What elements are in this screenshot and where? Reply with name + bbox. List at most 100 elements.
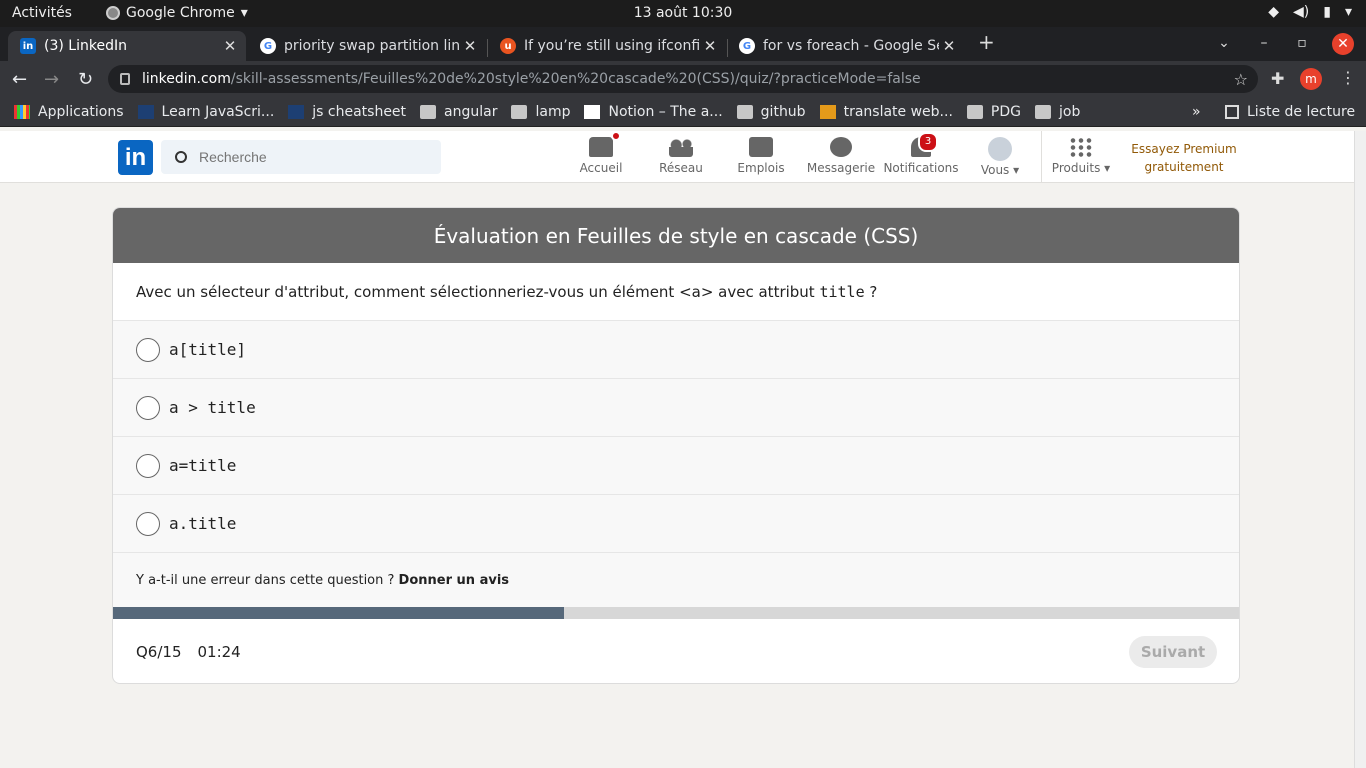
system-tray[interactable]: ◆ ◀) ▮ ▾	[1268, 4, 1352, 20]
bookmark-label: github	[760, 103, 806, 120]
tab-priority-swap[interactable]: G priority swap partition lin ✕	[248, 31, 486, 61]
search-input[interactable]	[199, 149, 419, 165]
radio-button[interactable]	[136, 337, 160, 362]
page-icon	[137, 104, 154, 119]
app-name: Google Chrome	[126, 5, 235, 21]
more-bookmarks-button[interactable]: »	[1192, 104, 1201, 120]
nav-divider	[1041, 131, 1042, 183]
bookmark-notion[interactable]: Notion – The a...	[584, 104, 723, 120]
answer-option-4[interactable]: a.title	[113, 495, 1239, 553]
tab-title: priority swap partition lin	[284, 38, 460, 54]
app-menu[interactable]: Google Chrome ▾	[106, 5, 248, 21]
progress-bar	[113, 607, 1239, 619]
nav-network[interactable]: Réseau	[641, 137, 721, 175]
option-label: a > title	[169, 398, 256, 417]
new-tab-button[interactable]: +	[978, 30, 995, 54]
maximize-button[interactable]: ▫	[1292, 33, 1312, 53]
folder-icon	[1034, 104, 1051, 119]
folder-icon	[966, 104, 983, 119]
answer-option-3[interactable]: a=title	[113, 437, 1239, 495]
nav-notifications[interactable]: 3 Notifications	[881, 132, 961, 175]
option-label: a=title	[169, 456, 237, 475]
tab-ifconfig[interactable]: u If you’re still using ifconfi ✕	[488, 31, 726, 61]
menu-kebab-icon[interactable]: ⋮	[1340, 68, 1356, 87]
nav-home[interactable]: Accueil	[561, 131, 641, 175]
folder-icon	[420, 104, 437, 119]
quiz-card: Évaluation en Feuilles de style en casca…	[112, 207, 1240, 684]
bookmark-folder-job[interactable]: job	[1034, 104, 1080, 120]
nav-products[interactable]: Produits ▾	[1041, 137, 1121, 175]
notification-badge: 3	[918, 132, 938, 152]
apps-grid-icon	[1069, 137, 1093, 157]
clock[interactable]: 13 août 10:30	[634, 5, 733, 21]
radio-button[interactable]	[136, 395, 160, 420]
close-window-button[interactable]: ✕	[1332, 33, 1354, 55]
url-path: /skill-assessments/Feuilles%20de%20style…	[230, 71, 921, 87]
tab-for-vs-foreach[interactable]: G for vs foreach - Google Se ✕	[727, 31, 965, 61]
nav-jobs[interactable]: Emplois	[721, 137, 801, 175]
next-button[interactable]: Suivant	[1129, 636, 1217, 668]
profile-avatar[interactable]: m	[1300, 68, 1322, 90]
tab-search-icon[interactable]: ⌄	[1214, 33, 1234, 53]
translate-icon	[819, 104, 836, 119]
linkedin-logo[interactable]: in	[118, 140, 153, 175]
nav-label: Emplois	[737, 161, 785, 175]
folder-icon	[511, 104, 528, 119]
feedback-link[interactable]: Donner un avis	[399, 573, 509, 588]
forward-button[interactable]: →	[44, 69, 59, 90]
tab-title: for vs foreach - Google Se	[763, 38, 939, 54]
bell-icon: 3	[911, 132, 938, 157]
tab-title: (3) LinkedIn	[44, 38, 127, 54]
apps-grid-icon	[14, 104, 30, 119]
premium-link[interactable]: Essayez Premium gratuitement	[1128, 140, 1240, 176]
close-icon[interactable]: ✕	[460, 37, 480, 55]
close-icon[interactable]: ✕	[700, 37, 720, 55]
question-prefix: Avec un sélecteur d'attribut, comment sé…	[136, 283, 820, 301]
tab-linkedin[interactable]: in (3) LinkedIn ✕	[8, 31, 246, 61]
linkedin-navbar: in Accueil Réseau Emplois Messagerie 3 N…	[0, 131, 1354, 183]
bookmark-folder-angular[interactable]: angular	[420, 104, 497, 120]
progress-fill	[113, 607, 565, 619]
new-activity-dot	[611, 131, 621, 141]
os-top-bar: Activités Google Chrome ▾ 13 août 10:30 …	[0, 0, 1366, 27]
bookmark-star-icon[interactable]: ☆	[1234, 70, 1248, 89]
radio-button[interactable]	[136, 453, 160, 478]
ubuntu-icon: u	[500, 38, 516, 54]
answer-option-2[interactable]: a > title	[113, 379, 1239, 437]
google-icon: G	[739, 38, 755, 54]
chrome-icon	[106, 6, 120, 20]
people-icon	[669, 137, 693, 157]
bookmark-js-cheatsheet[interactable]: js cheatsheet	[288, 104, 406, 120]
nav-messaging[interactable]: Messagerie	[801, 137, 881, 175]
bookmark-folder-github[interactable]: github	[736, 103, 806, 120]
nav-me[interactable]: Vous ▾	[960, 137, 1040, 177]
bookmark-label: PDG	[990, 103, 1021, 120]
bookmark-label: Learn JavaScri...	[161, 103, 275, 120]
activities-button[interactable]: Activités	[12, 5, 72, 21]
home-icon	[589, 131, 621, 157]
back-button[interactable]: ←	[12, 69, 27, 90]
page-scrollbar[interactable]	[1354, 131, 1366, 768]
reading-list-button[interactable]: Liste de lecture	[1225, 104, 1355, 120]
close-icon[interactable]: ✕	[220, 37, 240, 55]
search-box[interactable]	[161, 140, 441, 174]
question-suffix: ?	[864, 283, 878, 301]
search-icon	[175, 151, 187, 163]
avatar	[988, 137, 1012, 161]
chevron-down-icon: ▾	[240, 5, 248, 21]
radio-button[interactable]	[136, 511, 160, 536]
bookmark-learn-javascript[interactable]: Learn JavaScri...	[137, 103, 275, 120]
close-icon[interactable]: ✕	[939, 37, 959, 55]
minimize-button[interactable]: –	[1254, 33, 1274, 53]
page-icon	[288, 104, 305, 119]
bookmark-applications[interactable]: Applications	[14, 104, 124, 120]
reload-button[interactable]: ↻	[78, 69, 93, 90]
answer-option-1[interactable]: a[title]	[113, 321, 1239, 379]
bookmark-folder-lamp[interactable]: lamp	[511, 104, 570, 120]
message-icon	[830, 137, 852, 157]
address-bar[interactable]: linkedin.com/skill-assessments/Feuilles%…	[108, 65, 1258, 93]
feedback-row: Y a-t-il une erreur dans cette question …	[113, 553, 1239, 609]
bookmark-folder-pdg[interactable]: PDG	[966, 103, 1021, 120]
bookmark-translate[interactable]: translate web...	[819, 104, 953, 120]
extensions-icon[interactable]: ✚	[1271, 69, 1284, 88]
